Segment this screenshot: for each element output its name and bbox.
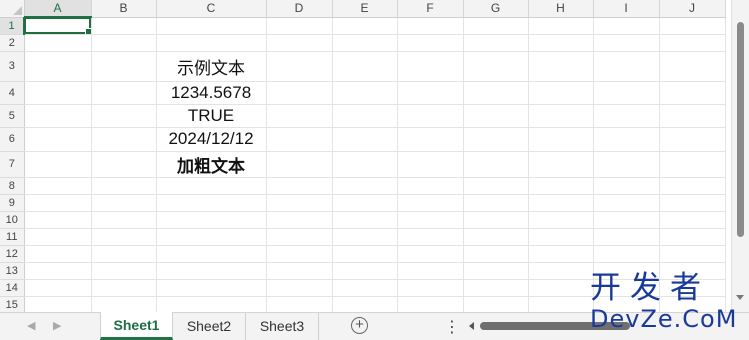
cell-b1[interactable] (91, 17, 157, 35)
column-header-f[interactable]: F (397, 0, 464, 18)
scroll-down-icon[interactable] (736, 295, 744, 300)
cell-c7[interactable]: 加粗文本 (156, 151, 267, 178)
row-header-6[interactable]: 6 (0, 127, 25, 152)
cell-c5[interactable]: TRUE (156, 104, 267, 128)
cell-c3[interactable]: 示例文本 (156, 51, 267, 82)
row-header-9[interactable]: 9 (0, 194, 25, 212)
spreadsheet-grid: A B C D E F G H I J 1 2 3 示例文本 4 1234.56… (0, 0, 749, 312)
cell-c6[interactable]: 2024/12/12 (156, 127, 267, 152)
row-header-8[interactable]: 8 (0, 177, 25, 195)
row-header-15[interactable]: 15 (0, 296, 25, 312)
row-header-7[interactable]: 7 (0, 151, 25, 178)
row-header-12[interactable]: 12 (0, 245, 25, 263)
vertical-scroll-thumb[interactable] (737, 22, 744, 237)
add-sheet-icon[interactable]: + (351, 317, 368, 334)
column-header-h[interactable]: H (528, 0, 594, 18)
tab-sheet1[interactable]: Sheet1 (100, 312, 173, 340)
row-header-4[interactable]: 4 (0, 81, 25, 105)
row-header-13[interactable]: 13 (0, 262, 25, 280)
horizontal-scroll-thumb[interactable] (480, 322, 630, 330)
fill-handle[interactable] (84, 27, 90, 33)
column-header-a[interactable]: A (24, 0, 92, 18)
row-header-5[interactable]: 5 (0, 104, 25, 128)
vertical-scrollbar[interactable] (731, 0, 749, 312)
row-header-2[interactable]: 2 (0, 34, 25, 52)
column-header-c[interactable]: C (156, 0, 267, 18)
next-sheet-icon[interactable]: ▶ (53, 319, 61, 332)
cell-c1[interactable] (156, 17, 267, 35)
more-options-icon[interactable]: ⋮ (444, 317, 460, 337)
column-header-j[interactable]: J (659, 0, 726, 18)
sheet-tab-bar: ◀ ▶ Sheet1 Sheet2 Sheet3 + ⋮ (0, 312, 749, 340)
column-header-i[interactable]: I (593, 0, 660, 18)
row-header-11[interactable]: 11 (0, 228, 25, 246)
column-header-b[interactable]: B (91, 0, 157, 18)
tab-sheet3[interactable]: Sheet3 (246, 313, 319, 340)
select-all-corner[interactable] (0, 0, 25, 18)
row-header-14[interactable]: 14 (0, 279, 25, 297)
cell-a1[interactable] (24, 17, 92, 35)
row-header-10[interactable]: 10 (0, 211, 25, 229)
prev-sheet-icon[interactable]: ◀ (27, 319, 35, 332)
row-header-1[interactable]: 1 (0, 17, 25, 35)
scroll-left-icon[interactable] (469, 322, 474, 330)
column-header-e[interactable]: E (332, 0, 398, 18)
tab-sheet2[interactable]: Sheet2 (173, 313, 246, 340)
column-header-d[interactable]: D (266, 0, 333, 18)
cell-c4[interactable]: 1234.5678 (156, 81, 267, 105)
column-header-g[interactable]: G (463, 0, 529, 18)
row-header-3[interactable]: 3 (0, 51, 25, 82)
